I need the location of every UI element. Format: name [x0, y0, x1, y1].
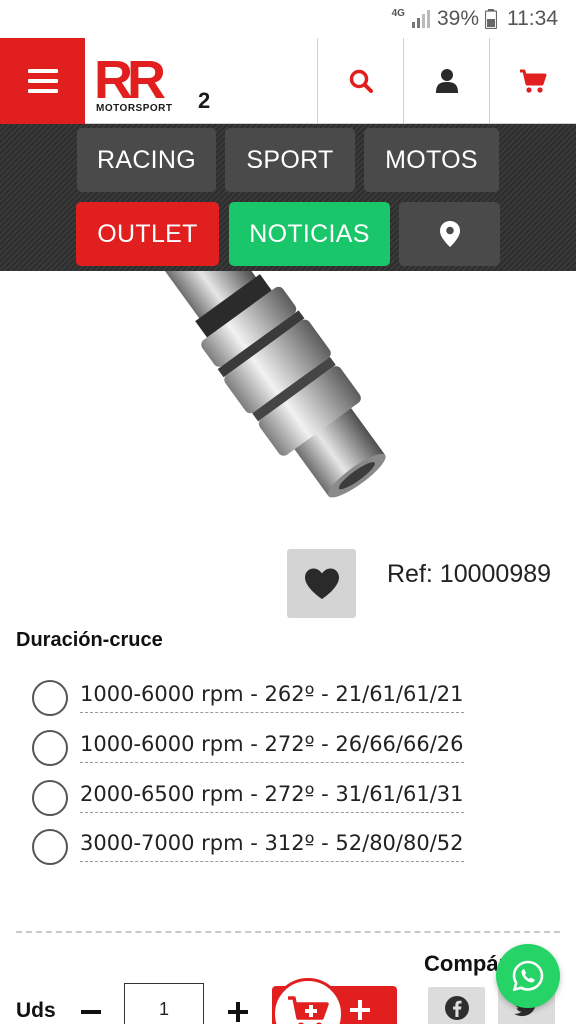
plus-icon: [228, 1002, 248, 1022]
cart-add-icon: [288, 996, 329, 1024]
quantity-input[interactable]: 1: [124, 983, 204, 1024]
option-label: 2000-6500 rpm - 272º - 31/61/61/31: [80, 782, 464, 813]
site-header: RR MOTORSPORT 2: [0, 38, 576, 124]
category-nav: RACING SPORT MOTOS OUTLET NOTICIAS: [0, 124, 576, 271]
logo-sub: MOTORSPORT: [96, 103, 172, 114]
logo-main: RR: [94, 52, 165, 110]
nav-motos-button[interactable]: MOTOS: [364, 128, 499, 192]
minus-icon: [81, 1010, 101, 1014]
network-type: 4G: [391, 7, 405, 19]
quantity-increase-button[interactable]: [225, 999, 251, 1024]
option-label: 1000-6000 rpm - 262º - 21/61/61/21: [80, 682, 464, 713]
plus-icon: [350, 1000, 370, 1020]
share-facebook-button[interactable]: [428, 987, 485, 1024]
signal-icon: [411, 10, 430, 28]
option-item[interactable]: 1000-6000 rpm - 272º - 26/66/66/26: [32, 729, 477, 769]
option-item[interactable]: 1000-6000 rpm - 262º - 21/61/61/21: [32, 679, 477, 719]
option-label: 1000-6000 rpm - 272º - 26/66/66/26: [80, 732, 464, 763]
status-bar: 4G 39% 11:34: [0, 0, 576, 38]
battery-icon: [485, 9, 497, 29]
user-icon: [435, 69, 458, 93]
option-item[interactable]: 2000-6500 rpm - 272º - 31/61/61/31: [32, 779, 477, 819]
add-to-cart-button[interactable]: [272, 978, 397, 1024]
battery-percent: 39%: [436, 7, 479, 30]
product-reference: Ref: 10000989: [387, 560, 552, 588]
whatsapp-chat-button[interactable]: [496, 944, 560, 1008]
quantity-label: Uds: [16, 999, 56, 1022]
account-button[interactable]: [403, 38, 489, 124]
radio-button[interactable]: [32, 680, 68, 716]
logo-mark: 2: [198, 88, 210, 113]
options-title: Duración-cruce: [16, 629, 163, 651]
clock: 11:34: [507, 7, 558, 30]
add-cart-badge: [272, 978, 344, 1024]
menu-button[interactable]: [0, 38, 85, 124]
nav-location-button[interactable]: [399, 202, 500, 266]
nav-sport-button[interactable]: SPORT: [225, 128, 355, 192]
cart-button[interactable]: [489, 38, 576, 124]
section-divider: [16, 931, 560, 933]
menu-icon: [27, 69, 58, 93]
nav-racing-button[interactable]: RACING: [77, 128, 216, 192]
radio-button[interactable]: [32, 829, 68, 865]
cart-icon: [520, 69, 547, 93]
radio-button[interactable]: [32, 780, 68, 816]
option-item[interactable]: 3000-7000 rpm - 312º - 52/80/80/52: [32, 828, 477, 868]
wishlist-button[interactable]: [287, 549, 356, 618]
nav-outlet-button[interactable]: OUTLET: [76, 202, 219, 266]
heart-icon: [304, 568, 339, 599]
rr2-motorsport-logo[interactable]: RR MOTORSPORT 2: [92, 52, 222, 114]
quantity-decrease-button[interactable]: [78, 999, 104, 1024]
option-label: 3000-7000 rpm - 312º - 52/80/80/52: [80, 831, 464, 862]
radio-button[interactable]: [32, 730, 68, 766]
location-pin-icon: [439, 221, 460, 247]
facebook-icon: [444, 996, 469, 1020]
product-image: [161, 271, 386, 498]
search-button[interactable]: [317, 38, 403, 124]
search-icon: [349, 69, 373, 93]
nav-noticias-button[interactable]: NOTICIAS: [229, 202, 390, 266]
whatsapp-icon: [512, 960, 544, 992]
